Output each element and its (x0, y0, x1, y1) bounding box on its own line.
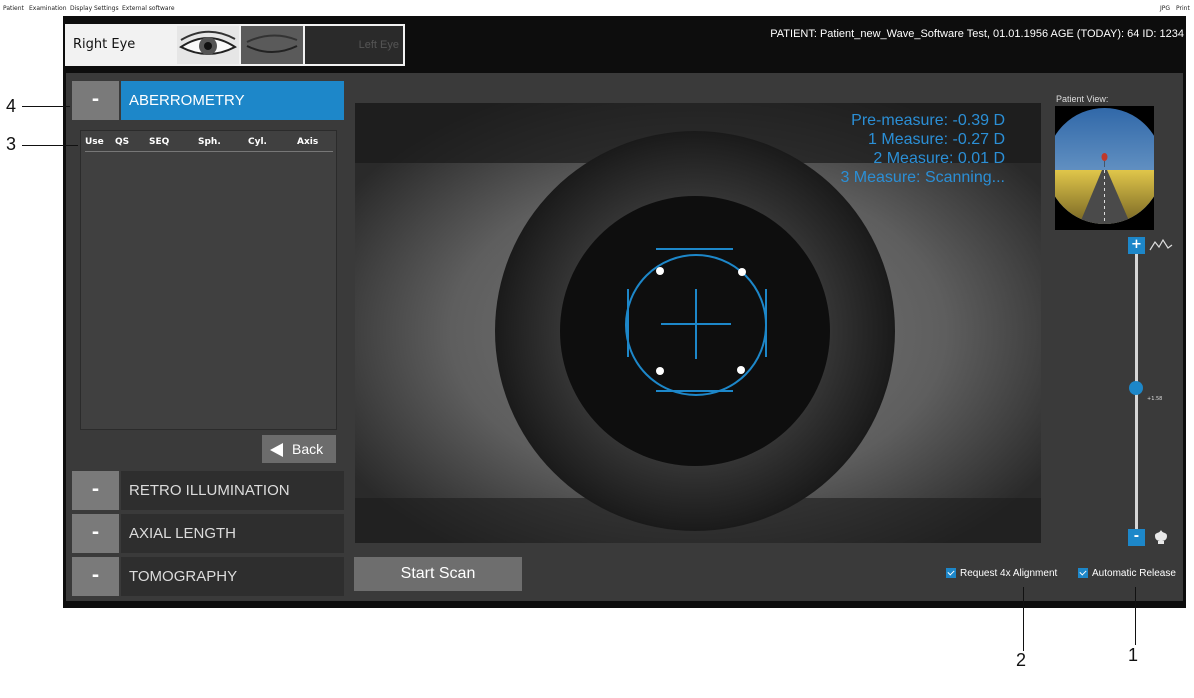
menu-display[interactable]: Display (70, 5, 92, 12)
tomography-collapse-button[interactable]: - (72, 557, 119, 596)
callout-4: 4 (6, 96, 17, 116)
measure-3: 3 Measure: Scanning... (840, 169, 1005, 186)
patient-view (1055, 106, 1154, 230)
pre-measure: Pre-measure: -0.39 D (851, 112, 1005, 129)
work-area: - ABERROMETRY Use QS SEQ Sph. Cyl. Axis … (66, 73, 1183, 601)
zoom-plus-button[interactable]: + (1128, 237, 1145, 254)
col-qs: QS (115, 137, 130, 147)
header-divider (85, 151, 333, 152)
callout-1-line (1135, 587, 1136, 645)
menu-settings[interactable]: Settings (94, 5, 119, 12)
callout-3: 3 (6, 134, 17, 154)
menu-external-software[interactable]: External software (122, 5, 175, 12)
axial-title[interactable]: AXIAL LENGTH (121, 514, 344, 553)
callout-2: 2 (1016, 650, 1027, 670)
mountain-icon (1149, 237, 1173, 251)
col-sph: Sph. (198, 137, 221, 147)
eye-open-icon[interactable] (177, 26, 239, 64)
col-cyl: Cyl. (248, 137, 267, 147)
panel-tomography: - TOMOGRAPHY (72, 557, 344, 596)
measure-1: 1 Measure: -0.27 D (868, 131, 1005, 148)
measure-2: 2 Measure: 0.01 D (873, 150, 1005, 167)
automatic-release-checkbox[interactable]: Automatic Release (1078, 568, 1176, 579)
measurement-table: Use QS SEQ Sph. Cyl. Axis (80, 130, 337, 430)
eye-closed-icon[interactable] (241, 26, 303, 64)
aberrometry-title[interactable]: ABERROMETRY (121, 81, 344, 120)
callout-1: 1 (1128, 645, 1139, 665)
flower-icon (1152, 528, 1170, 546)
menu-print[interactable]: Print (1176, 5, 1190, 12)
panel-axial-length: - AXIAL LENGTH (72, 514, 344, 553)
retro-title[interactable]: RETRO ILLUMINATION (121, 471, 344, 510)
menu-jpg[interactable]: JPG (1160, 5, 1170, 12)
checkbox-checked-icon[interactable] (1078, 568, 1088, 579)
callout-3-line (22, 145, 78, 146)
left-eye-label[interactable]: Left Eye (359, 39, 399, 51)
retro-collapse-button[interactable]: - (72, 471, 119, 510)
axial-collapse-button[interactable]: - (72, 514, 119, 553)
back-label: Back (292, 441, 324, 457)
patient-info: PATIENT: Patient_new_Wave_Software Test,… (770, 28, 1184, 40)
menu-bar: Patient Examination Display Settings Ext… (0, 0, 1194, 16)
col-seq: SEQ (149, 137, 170, 147)
automatic-release-label: Automatic Release (1092, 568, 1176, 579)
measurement-readout: Pre-measure: -0.39 D 1 Measure: -0.27 D … (840, 111, 1005, 187)
panel-retro-illumination: - RETRO ILLUMINATION (72, 471, 344, 510)
request-alignment-label: Request 4x Alignment (960, 568, 1058, 579)
right-eye-label[interactable]: Right Eye (73, 37, 135, 52)
col-use: Use (85, 137, 104, 147)
menu-examination[interactable]: Examination (29, 5, 67, 12)
eye-camera-view[interactable]: Pre-measure: -0.39 D 1 Measure: -0.27 D … (355, 103, 1041, 543)
checkbox-checked-icon[interactable] (946, 568, 956, 579)
callout-2-line (1023, 587, 1024, 651)
back-button[interactable]: Back (262, 435, 336, 463)
app-window: Right Eye Left Eye PATIENT: Patient_new_… (63, 16, 1186, 608)
eye-selector: Right Eye Left Eye (65, 24, 405, 66)
request-alignment-checkbox[interactable]: Request 4x Alignment (946, 568, 1057, 579)
menu-patient[interactable]: Patient (3, 5, 24, 12)
zoom-slider-knob[interactable] (1129, 381, 1143, 396)
panel-aberrometry: - ABERROMETRY (72, 81, 344, 120)
start-scan-button[interactable]: Start Scan (354, 557, 522, 591)
arrow-left-icon (270, 443, 283, 457)
zoom-minus-button[interactable]: - (1128, 529, 1145, 546)
callout-4-line (22, 106, 70, 107)
col-axis: Axis (297, 137, 319, 147)
patient-view-label: Patient View: (1056, 94, 1109, 104)
tomography-title[interactable]: TOMOGRAPHY (121, 557, 344, 596)
zoom-value: +1.58 (1147, 396, 1163, 403)
aberrometry-collapse-button[interactable]: - (72, 81, 119, 120)
